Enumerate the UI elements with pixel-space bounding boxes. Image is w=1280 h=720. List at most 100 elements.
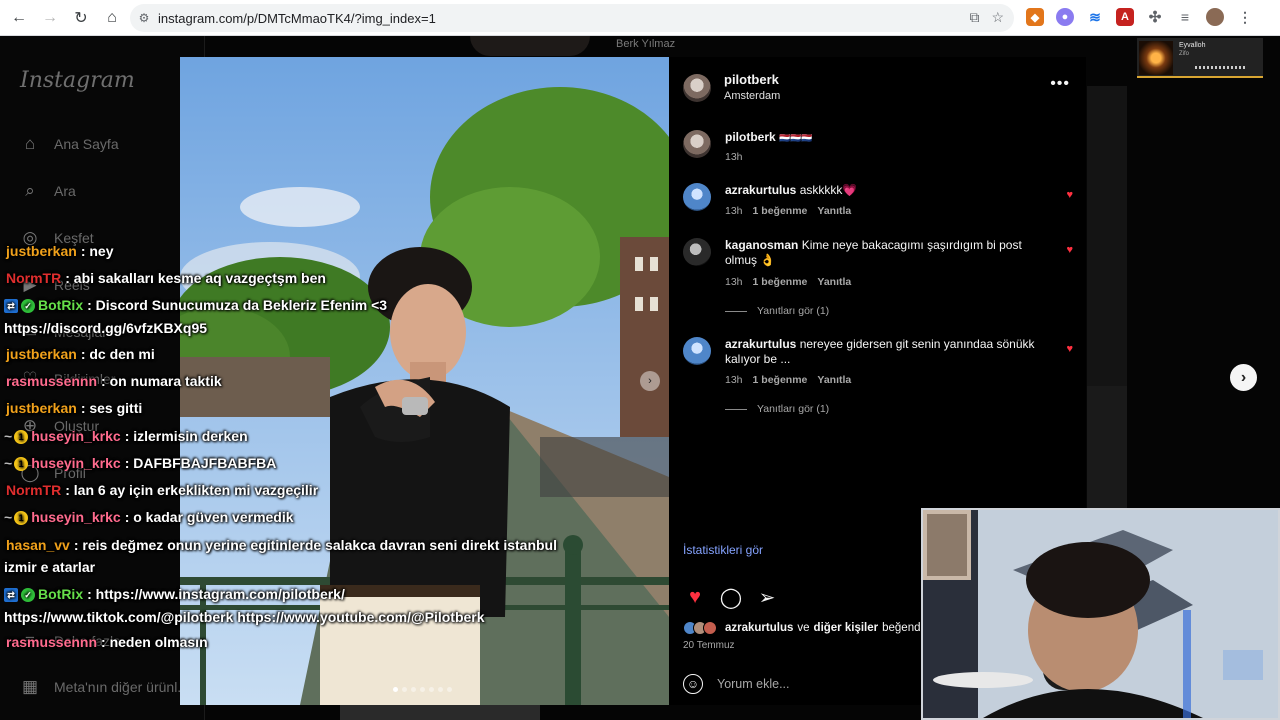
commenter-avatar[interactable]	[683, 183, 711, 211]
author-avatar[interactable]	[683, 74, 711, 102]
view-replies-button[interactable]: Yanıtları gör (1)	[725, 403, 829, 415]
next-post-arrow[interactable]: ›	[1230, 364, 1257, 391]
sidebar-item-explore[interactable]: ◎ Keşfet	[20, 228, 94, 248]
caption-time: 13h	[725, 151, 743, 163]
browser-toolbar: ← → ↻ ⌂ ⚙ instagram.com/p/DMTcMmaoTK4/?i…	[0, 0, 1280, 36]
post-photo	[180, 57, 669, 705]
sidebar-item-profile[interactable]: ◯ Profil	[20, 463, 85, 483]
comment-username[interactable]: kaganosman	[725, 238, 798, 252]
comment-username[interactable]: azrakurtulus	[725, 183, 796, 197]
liker-avatars	[683, 621, 717, 635]
comment-input[interactable]: Yorum ekle...	[717, 677, 790, 691]
song-artist: Zifo	[1179, 51, 1190, 57]
site-info-icon[interactable]: ⚙	[130, 11, 158, 25]
album-cover	[1139, 41, 1173, 75]
bg-grid-thumb	[1087, 386, 1127, 516]
music-widget: Eyvalloh Zifo	[1137, 38, 1263, 78]
sidebar-item-home[interactable]: ⌂ Ana Sayfa	[20, 134, 119, 154]
carousel-dots	[393, 687, 452, 692]
pdf-extension-icon[interactable]: A	[1116, 8, 1134, 26]
liked-by-others[interactable]: diğer kişiler	[814, 622, 879, 634]
home-button[interactable]: ⌂	[97, 3, 127, 33]
media-control-icon[interactable]: ≡	[1176, 8, 1194, 26]
sidebar-item-reels[interactable]: ▶ Reels	[20, 275, 89, 295]
liker-username[interactable]: azrakurtulus	[725, 622, 793, 634]
post-location[interactable]: Amsterdam	[724, 90, 780, 102]
reply-button[interactable]: Yanıtla	[817, 205, 851, 217]
carousel-dot	[447, 687, 452, 692]
search-icon: ⌕	[25, 181, 35, 200]
browser-menu-icon[interactable]: ⋮	[1236, 8, 1254, 26]
caption-username[interactable]: pilotberk	[725, 130, 776, 144]
more-options-icon[interactable]: •••	[1050, 75, 1070, 93]
messenger-icon: ✉	[22, 322, 38, 341]
sidebar-item-search[interactable]: ⌕ Ara	[20, 181, 76, 201]
comment-like-heart-icon[interactable]: ♥	[1066, 244, 1073, 256]
back-button[interactable]: ←	[4, 3, 34, 33]
post-actions: ♥ ◯ ➢	[683, 585, 779, 609]
reply-button[interactable]: Yanıtla	[817, 374, 851, 386]
comment-time: 13h	[725, 374, 743, 386]
comment-like-heart-icon[interactable]: ♥	[1066, 189, 1073, 201]
comment-like-heart-icon[interactable]: ♥	[1066, 343, 1073, 355]
reload-button[interactable]: ↻	[66, 3, 96, 33]
liked-by-suffix: beğendi	[882, 622, 924, 634]
comment-likes[interactable]: 1 beğenme	[753, 205, 808, 217]
comment-username[interactable]: azrakurtulus	[725, 337, 796, 351]
comment-body: azrakurtulus nereyee gidersen git senin …	[725, 337, 1043, 367]
sidebar-item-meta[interactable]: ▦ Meta'nın diğer ürünl...	[20, 677, 189, 697]
sidebar-item-notifications[interactable]: ♡ Bildirimler	[20, 369, 115, 389]
liked-by: azrakurtulus ve diğer kişiler beğendi	[683, 621, 923, 635]
extensions-puzzle-icon[interactable]: ✣	[1146, 8, 1164, 26]
sidebar-item-more[interactable]: ≡ Daha fazla	[20, 631, 121, 651]
install-app-icon[interactable]: ⧉	[969, 9, 979, 26]
menu-icon: ≡	[25, 631, 35, 650]
bookmark-star-icon[interactable]: ☆	[991, 9, 1004, 26]
carousel-dot	[429, 687, 434, 692]
post-author-username[interactable]: pilotberk	[724, 72, 779, 87]
compass-icon: ◎	[22, 228, 38, 247]
commenter-avatar[interactable]	[683, 337, 711, 365]
carousel-dot	[420, 687, 425, 692]
comment-meta: 13h 1 beğenme Yanıtla	[725, 374, 851, 386]
image-next-arrow[interactable]: ›	[640, 371, 660, 391]
comment-time: 13h	[725, 276, 743, 288]
profile-avatar[interactable]	[1206, 8, 1224, 26]
comment-body: azrakurtulus askkkkk💗	[725, 183, 1043, 198]
like-heart-icon[interactable]: ♥	[683, 585, 707, 609]
comment-text: askkkkk💗	[799, 183, 858, 197]
view-replies-button[interactable]: Yanıtları gör (1)	[725, 305, 829, 317]
add-comment-row: ☺ Yorum ekle...	[683, 674, 790, 694]
emoji-smile-icon[interactable]: ☺	[683, 674, 703, 694]
instagram-logo[interactable]: Instagram	[20, 68, 135, 93]
metamask-extension-icon[interactable]: ◆	[1026, 8, 1044, 26]
share-send-icon[interactable]: ➢	[755, 585, 779, 609]
bg-profile-name: Berk Yılmaz	[616, 38, 676, 50]
comment-meta: 13h 1 beğenme Yanıtla	[725, 205, 851, 217]
bg-grid-thumb	[340, 705, 540, 720]
carousel-dot	[411, 687, 416, 692]
carousel-dot	[393, 687, 398, 692]
url-text: instagram.com/p/DMTcMmaoTK4/?img_index=1	[158, 10, 436, 26]
replies-line	[725, 408, 747, 410]
comment-likes[interactable]: 1 beğenme	[753, 374, 808, 386]
song-title: Eyvalloh	[1179, 42, 1206, 49]
address-bar[interactable]: ⚙ instagram.com/p/DMTcMmaoTK4/?img_index…	[130, 4, 1014, 32]
caption-avatar[interactable]	[683, 130, 711, 158]
commenter-avatar[interactable]	[683, 238, 711, 266]
profile-icon: ◯	[20, 463, 40, 482]
post-date: 20 Temmuz	[683, 640, 735, 651]
carousel-dot	[402, 687, 407, 692]
sidebar-item-create[interactable]: ⊕ Oluştur	[20, 416, 99, 436]
post-image[interactable]: ›	[180, 57, 669, 705]
reply-button[interactable]: Yanıtla	[817, 276, 851, 288]
audio-extension-icon[interactable]: ≋	[1086, 8, 1104, 26]
comment-likes[interactable]: 1 beğenme	[753, 276, 808, 288]
sidebar-item-messages[interactable]: ✉ Mesajlar	[20, 322, 107, 342]
extension-icon[interactable]: ●	[1056, 8, 1074, 26]
replies-line	[725, 310, 747, 312]
forward-button[interactable]: →	[35, 3, 65, 33]
comment-bubble-icon[interactable]: ◯	[719, 585, 743, 609]
view-insights-link[interactable]: İstatistikleri gör	[683, 543, 763, 557]
carousel-dot	[438, 687, 443, 692]
